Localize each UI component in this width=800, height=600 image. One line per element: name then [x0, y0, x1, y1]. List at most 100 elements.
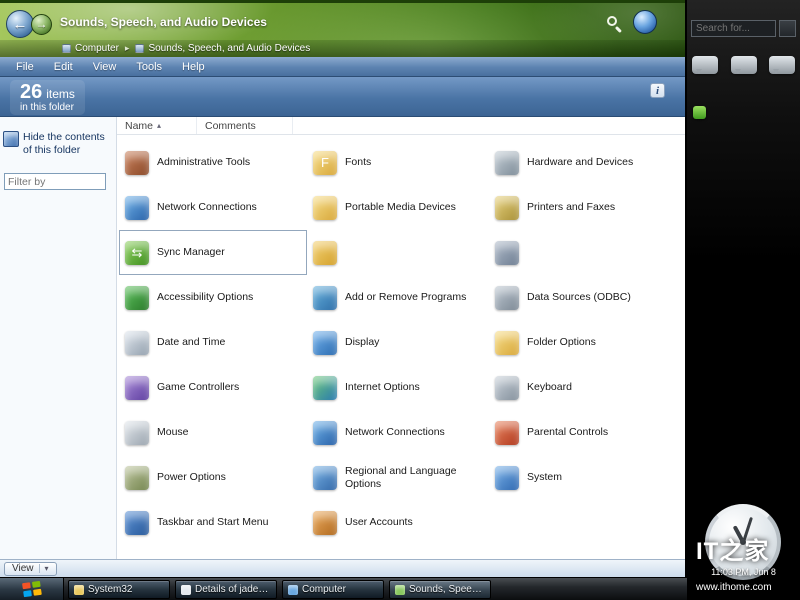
control-panel-item-data-sources-odbc[interactable]: Data Sources (ODBC)	[489, 275, 685, 320]
control-panel-item-mouse[interactable]: Mouse	[119, 410, 307, 455]
control-panel-item-printers-and-faxes[interactable]: Printers and Faxes	[489, 185, 685, 230]
back-button[interactable]: ←	[6, 10, 34, 38]
parental-controls-icon	[495, 421, 519, 445]
forward-button[interactable]: →	[31, 14, 52, 35]
navigation-buttons: ← →	[6, 10, 52, 38]
taskbar-button-label: Sounds, Speech, a...	[409, 584, 485, 595]
internet-options-icon	[313, 376, 337, 400]
control-panel-item-accessibility-options[interactable]: Accessibility Options	[119, 275, 307, 320]
taskbar-button-sounds-speech-a[interactable]: Sounds, Speech, a...	[389, 580, 491, 599]
control-panel-item-fonts[interactable]: F Fonts	[307, 140, 489, 185]
control-panel-item-portable-media-devices[interactable]: Portable Media Devices	[307, 185, 489, 230]
item-count-unit: items	[46, 87, 75, 101]
control-panel-item-network-connections[interactable]: Network Connections	[307, 410, 489, 455]
globe-button[interactable]	[633, 10, 657, 34]
control-panel-item-label: Internet Options	[345, 381, 420, 393]
menu-bar: FileEditViewToolsHelp	[0, 57, 685, 77]
control-panel-item-label: Fonts	[345, 156, 371, 168]
control-panel-item-label: Hardware and Devices	[527, 156, 633, 168]
menu-view[interactable]: View	[83, 59, 127, 75]
desktop: ← → Sounds, Speech, and Audio Devices Co…	[0, 0, 800, 600]
back-arrow-icon: ←	[13, 16, 28, 33]
filter-input[interactable]	[4, 173, 106, 190]
control-panel-item-taskbar-and-start-menu[interactable]: Taskbar and Start Menu	[119, 500, 307, 545]
taskbar-buttons: System32 Details of jade.mss... Computer So…	[68, 580, 491, 599]
control-panel-item-game-controllers[interactable]: Game Controllers	[119, 365, 307, 410]
sidebar-search-input[interactable]	[691, 20, 776, 37]
menu-help[interactable]: Help	[172, 59, 215, 75]
info-button[interactable]: i	[650, 83, 665, 98]
taskbar-button-computer[interactable]: Computer	[282, 580, 384, 599]
user-accounts-icon	[313, 511, 337, 535]
window-body: Hide the contents of this folder Name ▴ …	[0, 117, 685, 559]
control-panel-item-hardware-and-devices[interactable]: Hardware and Devices	[489, 140, 685, 185]
control-panel-item-label: Keyboard	[527, 381, 572, 393]
keyboard-icon	[495, 376, 519, 400]
view-button[interactable]: View ▾	[4, 562, 57, 576]
column-name-label: Name	[125, 120, 153, 132]
control-panel-item-display[interactable]: Display	[307, 320, 489, 365]
control-panel-item-unlabeled[interactable]	[489, 230, 685, 275]
control-panel-item-label: Sync Manager	[157, 246, 225, 258]
column-header-name[interactable]: Name ▴	[117, 117, 197, 134]
breadcrumb-item-computer[interactable]: Computer	[62, 43, 119, 54]
control-panel-item-label: Taskbar and Start Menu	[157, 516, 268, 528]
taskbar-button-system32[interactable]: System32	[68, 580, 170, 599]
fonts-folder-icon: F	[313, 151, 337, 175]
sounds-speech-a-icon	[395, 585, 405, 595]
forward-arrow-icon: →	[36, 17, 48, 31]
search-handle	[615, 26, 622, 33]
breadcrumb-label: Computer	[75, 43, 119, 54]
column-comments-label: Comments	[205, 120, 256, 132]
taskbar-button-label: System32	[88, 584, 132, 595]
control-panel-item-sync-manager[interactable]: ⇆Sync Manager	[119, 230, 307, 275]
control-panel-item-internet-options[interactable]: Internet Options	[307, 365, 489, 410]
breadcrumb-label: Sounds, Speech, and Audio Devices	[148, 43, 310, 54]
hide-contents-link[interactable]: Hide the contents of this folder	[0, 131, 116, 157]
network-connections-icon	[313, 421, 337, 445]
chat-bubble-icon[interactable]	[769, 56, 795, 74]
control-panel-item-administrative-tools[interactable]: Administrative Tools	[119, 140, 307, 185]
breadcrumb-separator-icon: ▸	[125, 43, 130, 54]
breadcrumb-item-sounds-speech-and-audio-devices[interactable]: Sounds, Speech, and Audio Devices	[135, 43, 310, 54]
display-icon	[313, 331, 337, 355]
control-panel-item-network-connections[interactable]: Network Connections	[119, 185, 307, 230]
control-panel-item-parental-controls[interactable]: Parental Controls	[489, 410, 685, 455]
windows-flag-icon	[22, 581, 42, 598]
control-panel-item-label: Accessibility Options	[157, 291, 253, 303]
explorer-window: ← → Sounds, Speech, and Audio Devices Co…	[0, 0, 686, 577]
menu-edit[interactable]: Edit	[44, 59, 83, 75]
taskbar: System32 Details of jade.mss... Computer So…	[0, 577, 687, 600]
chat-bubble-icon[interactable]	[731, 56, 757, 74]
computer-icon	[62, 44, 71, 53]
control-panel-item-power-options[interactable]: Power Options	[119, 455, 307, 500]
menu-file[interactable]: File	[6, 59, 44, 75]
control-panel-item-date-and-time[interactable]: Date and Time	[119, 320, 307, 365]
taskbar-button-label: Details of jade.mss...	[195, 584, 271, 595]
accessibility-options-icon	[125, 286, 149, 310]
control-panel-item-label: Power Options	[157, 471, 226, 483]
control-panel-item-unlabeled[interactable]	[307, 230, 489, 275]
chat-bubble-icon[interactable]	[692, 56, 718, 74]
control-panel-item-system[interactable]: System	[489, 455, 685, 500]
menu-tools[interactable]: Tools	[126, 59, 172, 75]
control-panel-item-user-accounts[interactable]: User Accounts	[307, 500, 489, 545]
control-panel-item-label: Parental Controls	[527, 426, 608, 438]
sidebar-search	[691, 20, 796, 37]
control-panel-item-label: Display	[345, 336, 379, 348]
control-panel-item-label: Portable Media Devices	[345, 201, 456, 213]
taskbar-button-details-of-jade-mss[interactable]: Details of jade.mss...	[175, 580, 277, 599]
sidebar-search-go-button[interactable]	[779, 20, 796, 37]
search-icon[interactable]	[607, 16, 623, 32]
control-panel-item-add-or-remove-programs[interactable]: Add or Remove Programs	[307, 275, 489, 320]
control-panel-item-folder-options[interactable]: Folder Options	[489, 320, 685, 365]
clock-caption: 11:03 PM, Jun 8	[687, 567, 800, 577]
item-count-subtitle: in this folder	[20, 102, 75, 113]
regional-language-options-icon	[313, 466, 337, 490]
taskbar-start-menu-icon	[125, 511, 149, 535]
start-button[interactable]	[0, 578, 64, 600]
control-panel-item-keyboard[interactable]: Keyboard	[489, 365, 685, 410]
column-header-comments[interactable]: Comments	[197, 117, 293, 134]
control-panel-item-regional-and-language-options[interactable]: Regional and Language Options	[307, 455, 489, 500]
messenger-buddy-icon[interactable]	[693, 106, 706, 119]
